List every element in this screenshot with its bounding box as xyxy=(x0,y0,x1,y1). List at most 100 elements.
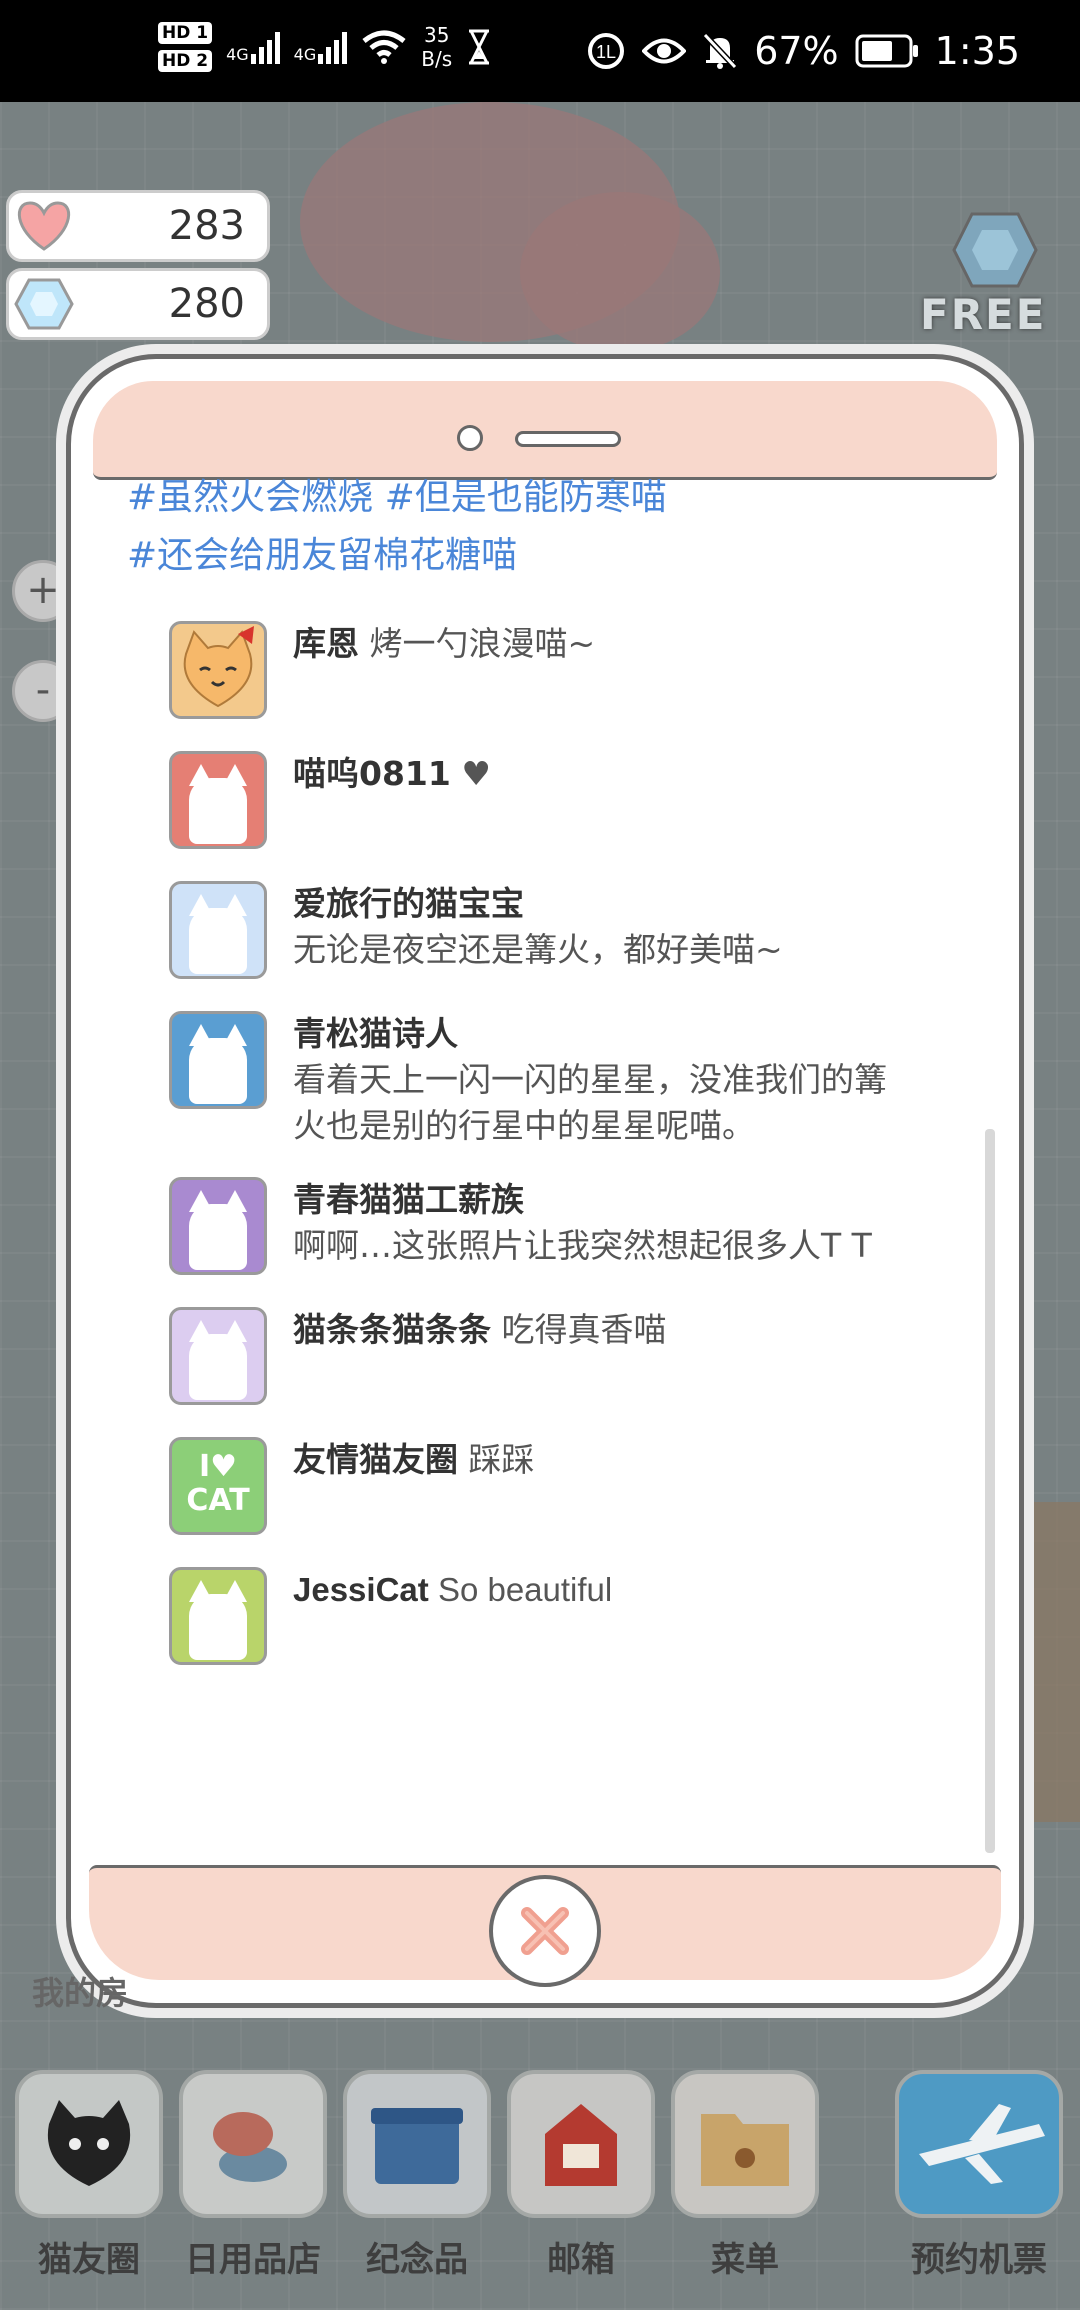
i-love-cat-badge: CAT xyxy=(186,1483,250,1518)
comments-scroll-area[interactable]: #虽然火会燃烧 #但是也能防寒喵 #还会给朋友留棉花糖喵 库恩 烤一勺浪漫喵~ xyxy=(111,469,979,1859)
comment-body: 烤一勺浪漫喵~ xyxy=(369,624,596,663)
dock-label: 邮箱 xyxy=(547,2240,615,2280)
dock-souvenirs[interactable]: 纪念品 xyxy=(342,2070,492,2281)
data-saver-icon: 1L xyxy=(588,33,625,69)
i-love-cat-badge: I♥ xyxy=(198,1449,238,1484)
comment-item: I♥ CAT 友情猫友圈 踩踩 xyxy=(169,1437,979,1535)
menu-folder-icon xyxy=(671,2070,819,2218)
commenter-name[interactable]: 友情猫友圈 xyxy=(293,1440,458,1479)
avatar[interactable] xyxy=(169,1307,267,1405)
comment-text: 库恩 烤一勺浪漫喵~ xyxy=(293,621,595,719)
dock-label: 菜单 xyxy=(711,2240,779,2280)
comment-item: 喵呜0811 ♥ xyxy=(169,751,979,849)
avatar[interactable] xyxy=(169,881,267,979)
hd-indicator: HD 1 HD 2 xyxy=(158,22,213,72)
daily-shop-icon xyxy=(179,2070,327,2218)
dock-daily-shop[interactable]: 日用品店 xyxy=(178,2070,328,2281)
cat-friends-icon xyxy=(15,2070,163,2218)
cat-face-icon xyxy=(183,626,254,708)
avatar[interactable] xyxy=(169,1567,267,1665)
comment-item: 爱旅行的猫宝宝 无论是夜空还是篝火，都好美喵~ xyxy=(169,881,979,979)
status-bar: HD 1 HD 2 4G 4G 35 B/s 1L 67% 1:35 xyxy=(0,0,1080,102)
wifi-icon xyxy=(362,30,406,64)
comment-text: 喵呜0811 ♥ xyxy=(293,751,491,849)
zoom-in-button[interactable]: + xyxy=(12,560,74,622)
cat-silhouette-icon xyxy=(189,1580,247,1660)
comment-body: 吃得真香喵 xyxy=(501,1310,667,1349)
gem-icon xyxy=(9,274,79,334)
dock-mailbox[interactable]: 邮箱 xyxy=(506,2070,656,2281)
comment-text: 友情猫友圈 踩踩 xyxy=(293,1437,535,1535)
heart-icon: ♥ xyxy=(461,754,491,793)
hd1-label: HD 1 xyxy=(158,22,213,44)
speed-value: 35 xyxy=(423,23,450,47)
phone-top-bezel xyxy=(93,381,997,480)
comment-text: 青春猫猫工薪族 啊啊…这张照片让我突然想起很多人T T xyxy=(293,1177,872,1275)
free-label[interactable]: FREE xyxy=(920,290,1046,339)
comment-body: 踩踩 xyxy=(468,1440,535,1479)
comment-body: 无论是夜空还是篝火，都好美喵~ xyxy=(293,930,783,969)
cat-silhouette-icon xyxy=(189,1190,247,1270)
cat-silhouette-icon xyxy=(189,1024,247,1104)
avatar[interactable] xyxy=(169,1011,267,1109)
avatar[interactable]: I♥ CAT xyxy=(169,1437,267,1535)
clock: 1:35 xyxy=(934,29,1020,73)
free-gem-icon[interactable] xyxy=(950,210,1040,294)
post-tag-line[interactable]: #虽然火会燃烧 #但是也能防寒喵 xyxy=(127,469,667,527)
close-button[interactable] xyxy=(489,1875,601,1987)
dock-label: 纪念品 xyxy=(366,2240,468,2280)
svg-text:1L: 1L xyxy=(596,42,616,62)
comment-body: 啊啊…这张照片让我突然想起很多人T T xyxy=(293,1226,872,1265)
dock-cat-friends[interactable]: 猫友圈 xyxy=(14,2070,164,2281)
comment-item: JessiCat So beautiful xyxy=(169,1567,979,1665)
net1-label: 4G xyxy=(226,45,249,64)
gems-counter: 280 xyxy=(6,268,270,340)
commenter-name[interactable]: 爱旅行的猫宝宝 xyxy=(293,884,524,923)
comment-body: So beautiful xyxy=(437,1571,613,1608)
commenter-name[interactable]: 猫条条猫条条 xyxy=(293,1310,491,1349)
eye-icon xyxy=(642,38,687,64)
signal-icon xyxy=(250,30,280,64)
gems-count: 280 xyxy=(168,281,245,327)
comment-text: 青松猫诗人 看着天上一闪一闪的星星，没准我们的篝 火也是别的行星中的星星呢喵。 xyxy=(293,1011,887,1149)
speaker-icon xyxy=(515,431,621,447)
hourglass-icon xyxy=(469,29,490,65)
dock-menu[interactable]: 菜单 xyxy=(670,2070,820,2281)
comment-body: 看着天上一闪一闪的星星，没准我们的篝 xyxy=(293,1060,887,1099)
dock-book-flights[interactable]: 预约机票 xyxy=(894,2070,1064,2281)
commenter-name[interactable]: 库恩 xyxy=(293,624,359,663)
cat-silhouette-icon xyxy=(189,764,247,844)
hd2-label: HD 2 xyxy=(158,50,213,72)
signal-icon xyxy=(318,30,348,64)
comment-item: 青春猫猫工薪族 啊啊…这张照片让我突然想起很多人T T xyxy=(169,1177,979,1275)
net2-label: 4G xyxy=(293,45,317,64)
close-icon xyxy=(521,1907,569,1955)
commenter-name[interactable]: JessiCat xyxy=(293,1571,429,1608)
comment-item: 猫条条猫条条 吃得真香喵 xyxy=(169,1307,979,1405)
mute-bell-icon xyxy=(702,32,738,70)
battery-icon xyxy=(855,34,918,68)
post-tag-line[interactable]: #还会给朋友留棉花糖喵 xyxy=(127,527,667,585)
comment-text: 猫条条猫条条 吃得真香喵 xyxy=(293,1307,667,1405)
cat-silhouette-icon xyxy=(189,894,247,974)
commenter-name[interactable]: 青春猫猫工薪族 xyxy=(293,1180,524,1219)
airplane-icon xyxy=(895,2070,1063,2218)
bottom-dock: 猫友圈 日用品店 纪念品 邮箱 菜单 预约机票 xyxy=(0,2030,1080,2310)
my-room-label[interactable]: 我的房 xyxy=(32,1968,128,2014)
dock-label: 预约机票 xyxy=(911,2240,1047,2280)
hearts-counter: 283 xyxy=(6,190,270,262)
avatar[interactable] xyxy=(169,621,267,719)
zoom-out-button[interactable]: - xyxy=(12,660,74,722)
commenter-name[interactable]: 青松猫诗人 xyxy=(293,1014,458,1053)
scrollbar[interactable] xyxy=(985,1129,995,1853)
camera-icon xyxy=(457,425,483,451)
avatar[interactable] xyxy=(169,751,267,849)
commenter-name[interactable]: 喵呜0811 xyxy=(293,754,451,793)
battery-percent: 67% xyxy=(754,29,839,73)
comment-item: 青松猫诗人 看着天上一闪一闪的星星，没准我们的篝 火也是别的行星中的星星呢喵。 xyxy=(169,1011,979,1149)
status-right: 1L 67% 1:35 xyxy=(586,0,1020,102)
avatar[interactable] xyxy=(169,1177,267,1275)
post-detail-modal: #虽然火会燃烧 #但是也能防寒喵 #还会给朋友留棉花糖喵 库恩 烤一勺浪漫喵~ xyxy=(66,354,1024,2008)
hearts-count: 283 xyxy=(168,203,245,249)
dock-label: 猫友圈 xyxy=(38,2240,140,2280)
